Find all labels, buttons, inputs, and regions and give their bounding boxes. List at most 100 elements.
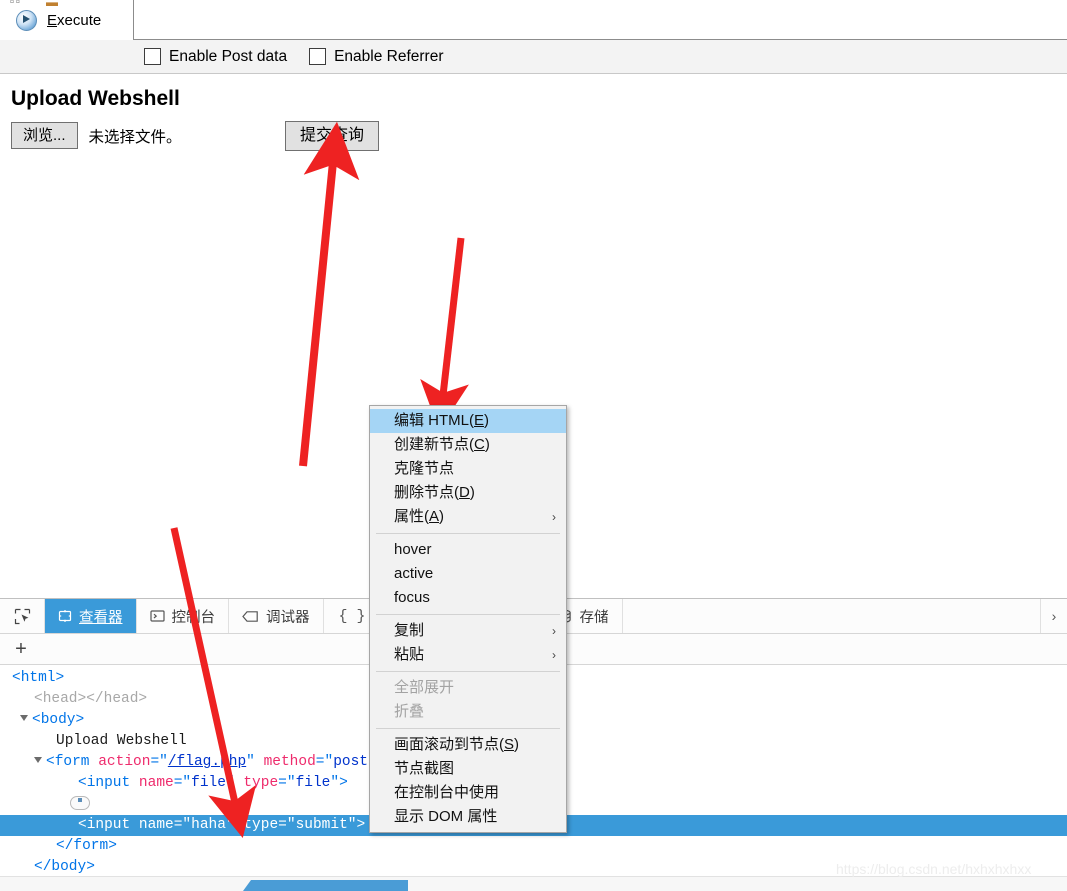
enable-post-data-checkbox[interactable]: Enable Post data [144,48,287,66]
twisty-form-icon[interactable] [34,757,42,763]
context-menu-item-paste[interactable]: 粘贴 › [370,643,566,667]
enable-referrer-label: Enable Referrer [334,47,444,65]
ctx-tail: ) [439,508,445,525]
dom-tag-body: <body> [32,712,85,728]
breadcrumb-item-selected[interactable] [243,880,408,891]
braces-icon: { } [338,607,366,625]
context-menu-item-duplicate-node[interactable]: 克隆节点 [370,457,566,481]
enable-post-data-label: Enable Post data [169,47,288,65]
context-menu-item-copy[interactable]: 复制 › [370,619,566,643]
ctx-label: 节点截图 [394,760,455,777]
url-input[interactable] [133,0,1067,40]
context-menu-separator [376,671,560,672]
expand-ellipsis-icon[interactable] [70,796,90,810]
dom-tag-html: <html> [12,670,65,686]
submenu-arrow-icon: › [552,648,556,662]
dom-line-form-close[interactable]: </form> [0,836,1067,857]
execute-accel: E [47,11,58,29]
tab-bar-spacer [623,599,1040,633]
dom-text-node: Upload Webshell [56,733,187,749]
dom-value-type-file: file [295,775,331,791]
dom-attr-method: method [263,754,316,770]
dom-breadcrumb-bar[interactable] [0,876,1067,891]
context-menu-item-create-node[interactable]: 创建新节点(C) [370,433,566,457]
submenu-arrow-icon: › [552,510,556,524]
checkbox-icon [144,48,161,65]
dom-context-menu[interactable]: 编辑 HTML(E) 创建新节点(C) 克隆节点 删除节点(D) 属性(A) › … [369,405,567,833]
page-title: Upload Webshell [11,87,180,110]
dom-attr-name-file: name [138,775,174,791]
ctx-label: 粘贴 [394,646,425,663]
browse-button[interactable]: 浏览... [11,122,78,150]
ctx-label: 属性( [394,508,429,525]
context-menu-separator [376,533,560,534]
dom-attr-action: action [98,754,151,770]
submenu-arrow-icon: › [552,624,556,638]
dom-value-action[interactable]: /flag.php [168,754,246,770]
file-upload-row: 浏览... 未选择文件。 [11,122,182,150]
tab-inspector-label: 查看器 [79,609,123,626]
ctx-tail: ) [469,484,475,501]
ctx-label: 全部展开 [394,679,455,696]
enable-referrer-checkbox[interactable]: Enable Referrer [309,48,443,66]
context-menu-separator [376,614,560,615]
dom-tag-head: <head></head> [34,691,148,707]
ctx-label: 画面滚动到节点( [394,736,504,753]
context-menu-item-collapse: 折叠 [370,700,566,724]
ctx-label: 编辑 HTML( [394,412,474,429]
context-menu-item-use-in-console[interactable]: 在控制台中使用 [370,781,566,805]
dom-tag-form-close: </form> [56,838,117,854]
dom-value-name-submit: haha [191,817,226,833]
chevron-right-icon[interactable]: › [1040,599,1067,633]
ctx-label: 在控制台中使用 [394,784,500,801]
ctx-accel: E [474,412,485,429]
play-icon [16,9,37,31]
submit-query-button[interactable]: 提交查询 [285,121,380,152]
node-picker-button[interactable] [0,599,45,633]
context-menu-item-focus[interactable]: focus [370,586,566,610]
tab-debugger-label: 调试器 [266,609,310,626]
ctx-tail: ) [484,436,490,453]
dom-attr-type-file: type [243,775,279,791]
debugger-icon [242,610,258,622]
watermark: https://blog.csdn.net/hxhxhxhxx [836,861,1032,877]
context-menu-item-hover[interactable]: hover [370,538,566,562]
ctx-label: 折叠 [394,703,425,720]
execute-button-label: Execute [47,12,101,29]
request-options-bar: Enable Post data Enable Referrer [0,40,1067,74]
dom-tag-input-file: input [86,775,131,791]
ctx-label: 显示 DOM 属性 [394,808,498,825]
execute-button[interactable]: Execute [8,6,109,34]
expand-dot-icon [78,798,82,802]
context-menu-item-show-dom-properties[interactable]: 显示 DOM 属性 [370,805,566,829]
dom-value-method: post [333,754,369,770]
context-menu-item-attributes[interactable]: 属性(A) › [370,505,566,529]
context-menu-item-scroll-into-view[interactable]: 画面滚动到节点(S) [370,733,566,757]
dom-attr-name-submit: name [138,817,174,833]
context-menu-item-expand-all: 全部展开 [370,676,566,700]
no-file-selected-label: 未选择文件。 [88,128,182,146]
context-menu-item-active[interactable]: active [370,562,566,586]
ctx-label: 创建新节点( [394,436,474,453]
tab-console[interactable]: 控制台 [137,599,229,633]
tab-storage-label: 存储 [579,609,609,626]
twisty-body-icon[interactable] [20,715,28,721]
dom-value-name-file: file [191,775,226,791]
ctx-accel: S [504,736,515,753]
ctx-accel: C [474,436,485,453]
request-toolbar: ▫▫ ▬ Execute [0,0,1067,40]
context-menu-item-delete-node[interactable]: 删除节点(D) [370,481,566,505]
ctx-label: active [394,565,434,582]
add-rule-button[interactable]: + [0,639,42,659]
context-menu-item-edit-html[interactable]: 编辑 HTML(E) [370,409,566,433]
execute-rest: xecute [57,11,102,29]
dom-tag-input-submit: input [86,817,131,833]
tab-console-label: 控制台 [171,609,216,626]
inspector-icon [58,610,72,622]
context-menu-item-screenshot-node[interactable]: 节点截图 [370,757,566,781]
tab-debugger[interactable]: 调试器 [229,599,324,633]
ctx-label: 删除节点( [394,484,459,501]
console-icon [149,610,165,622]
checkbox-icon [309,48,327,65]
tab-inspector[interactable]: 查看器 [45,599,137,633]
